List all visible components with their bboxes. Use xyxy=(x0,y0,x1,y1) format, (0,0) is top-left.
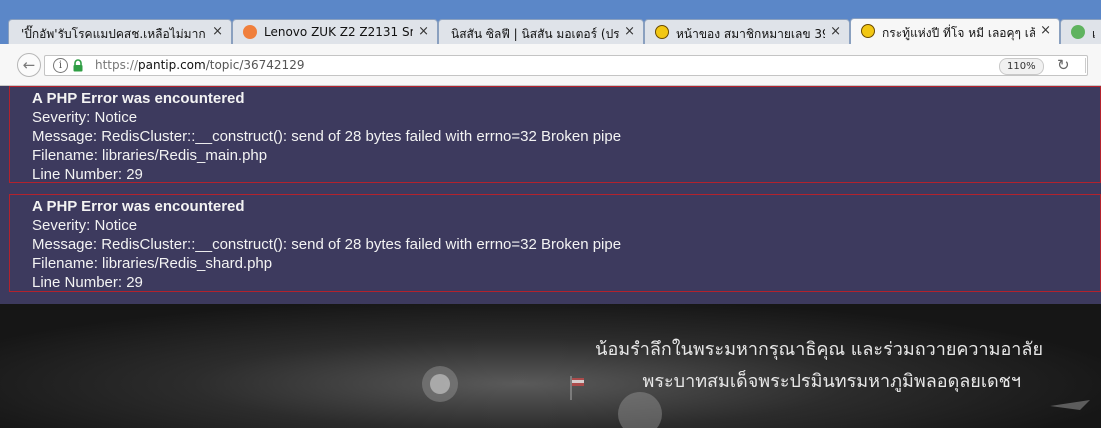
error-line-number: Line Number: 29 xyxy=(32,166,143,183)
tab-3-close-icon[interactable]: × xyxy=(624,24,635,39)
tab-6-label: เค xyxy=(1092,25,1095,44)
mourning-banner: น้อมรำลึกในพระมหากรุณาธิคุณ และร่วมถวายค… xyxy=(0,304,1101,428)
reload-icon[interactable]: ↻ xyxy=(1057,56,1070,74)
error-message: Message: RedisCluster::__construct(): se… xyxy=(32,236,622,253)
error-filename: Filename: libraries/Redis_main.php xyxy=(32,147,268,164)
zoom-level-badge[interactable]: 110% xyxy=(999,58,1044,75)
banner-text-line-2: พระบาทสมเด็จพระปรมินทรมหาภูมิพลอดุลยเดชฯ xyxy=(642,371,1021,392)
pantip-favicon-icon xyxy=(655,25,669,39)
url-host: pantip.com xyxy=(138,58,206,72)
tab-2-label: Lenovo ZUK Z2 Z2131 Smartp xyxy=(264,25,413,39)
php-error-box: A PHP Error was encountered Severity: No… xyxy=(9,194,1101,292)
info-icon[interactable]: i xyxy=(53,58,68,73)
tab-strip: 'ปิ๊กอัพ'รับโรคแมปคสช.เหลือไม่มาก ก × Le… xyxy=(0,0,1101,45)
error-severity: Severity: Notice xyxy=(32,217,138,234)
tab-4-label: หน้าของ สมาชิกหมายเลข 3955 xyxy=(676,27,825,41)
error-message: Message: RedisCluster::__construct(): se… xyxy=(32,128,622,145)
back-arrow-icon: ← xyxy=(22,56,36,74)
lenovo-favicon-icon xyxy=(243,25,257,39)
error-title: A PHP Error was encountered xyxy=(32,90,245,107)
lock-icon[interactable] xyxy=(72,59,84,72)
tab-4[interactable]: หน้าของ สมาชิกหมายเลข 3955 × xyxy=(644,19,850,44)
tab-4-close-icon[interactable]: × xyxy=(830,24,841,39)
tab-1[interactable]: 'ปิ๊กอัพ'รับโรคแมปคสช.เหลือไม่มาก ก × xyxy=(8,19,232,44)
php-error-box: A PHP Error was encountered Severity: No… xyxy=(9,86,1101,183)
tab-1-label: 'ปิ๊กอัพ'รับโรคแมปคสช.เหลือไม่มาก ก xyxy=(21,27,207,41)
error-line-number: Line Number: 29 xyxy=(32,274,143,291)
navigation-bar: ← i https://pantip.com/topic/36742129 11… xyxy=(0,44,1101,86)
back-button[interactable]: ← xyxy=(17,53,41,77)
error-filename: Filename: libraries/Redis_shard.php xyxy=(32,255,273,272)
tab-3[interactable]: นิสสัน ซิลฟี | นิสสัน มอเตอร์ (ประเทศ × xyxy=(438,19,644,44)
tab-5-close-icon[interactable]: × xyxy=(1040,23,1051,38)
tab-1-close-icon[interactable]: × xyxy=(212,24,223,39)
banner-text-line-1: น้อมรำลึกในพระมหากรุณาธิคุณ และร่วมถวายค… xyxy=(595,339,1043,360)
tab-6[interactable]: เค xyxy=(1060,19,1101,44)
tab-2[interactable]: Lenovo ZUK Z2 Z2131 Smartp × xyxy=(232,19,438,44)
address-bar-divider xyxy=(1085,58,1086,73)
pantip-favicon-icon xyxy=(861,24,875,38)
tab-3-label: นิสสัน ซิลฟี | นิสสัน มอเตอร์ (ประเทศ xyxy=(451,27,619,41)
address-bar[interactable]: i https://pantip.com/topic/36742129 110%… xyxy=(44,55,1088,76)
error-severity: Severity: Notice xyxy=(32,109,138,126)
tab-5-label: กระทู้แห่งปี ที่โจ หมี เลอคุๆ เล้ง xyxy=(882,26,1035,40)
tab-2-close-icon[interactable]: × xyxy=(418,24,429,39)
page-content: A PHP Error was encountered Severity: No… xyxy=(0,86,1101,428)
site-favicon-icon xyxy=(1071,25,1085,39)
url-scheme: https:// xyxy=(95,58,139,72)
url-path: /topic/36742129 xyxy=(205,58,305,72)
error-title: A PHP Error was encountered xyxy=(32,198,245,215)
tab-5-active[interactable]: กระทู้แห่งปี ที่โจ หมี เลอคุๆ เล้ง × xyxy=(850,18,1060,45)
url-text[interactable]: https://pantip.com/topic/36742129 xyxy=(95,58,304,72)
